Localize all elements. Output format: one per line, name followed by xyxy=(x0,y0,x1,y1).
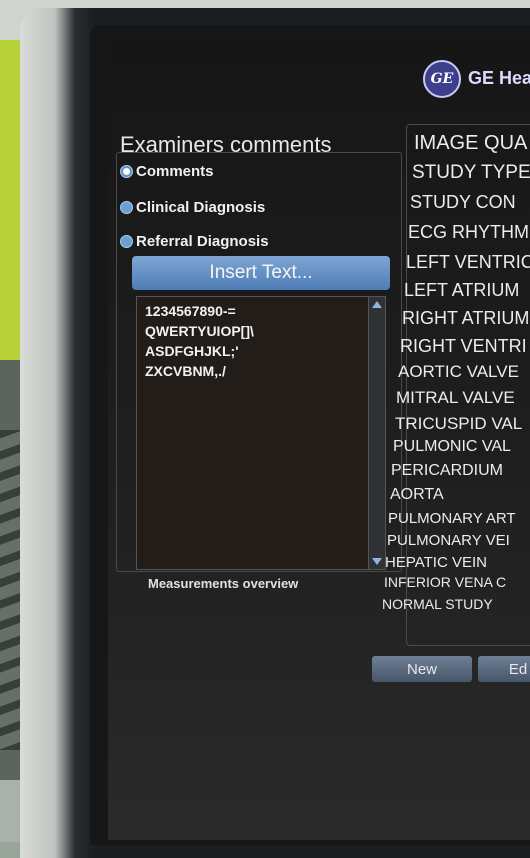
category-item[interactable]: AORTA xyxy=(390,486,444,504)
category-item[interactable]: PULMONARY VEI xyxy=(387,532,510,549)
radio-label-comments: Comments xyxy=(136,162,214,180)
radio-comments[interactable]: Comments xyxy=(120,160,214,182)
category-item[interactable]: PERICARDIUM xyxy=(391,462,503,480)
category-item[interactable]: IMAGE QUA xyxy=(414,132,527,155)
category-item[interactable]: PULMONIC VAL xyxy=(393,438,511,456)
new-button[interactable]: New xyxy=(372,656,472,682)
category-item[interactable]: ECG RHYTHM xyxy=(408,222,529,243)
category-item[interactable]: STUDY TYPE xyxy=(412,162,530,184)
text-line: ZXCVBNM,./ xyxy=(145,363,226,379)
scroll-down-arrow-icon[interactable] xyxy=(372,558,382,565)
examiners-title: Examiners comments xyxy=(120,132,332,157)
category-item[interactable]: NORMAL STUDY xyxy=(382,596,493,612)
category-item[interactable]: LEFT ATRIUM xyxy=(404,280,519,301)
category-item[interactable]: HEPATIC VEIN xyxy=(385,554,487,571)
scroll-up-arrow-icon[interactable] xyxy=(372,301,382,308)
radio-clinical-diagnosis[interactable]: Clinical Diagnosis xyxy=(120,196,265,218)
textbox-scrollbar[interactable] xyxy=(368,297,385,569)
measurements-overview-label: Measurements overview xyxy=(148,576,299,591)
radio-selected-icon[interactable] xyxy=(120,164,133,178)
radio-unselected-icon[interactable] xyxy=(120,234,133,248)
category-item[interactable]: PULMONARY ART xyxy=(388,510,516,527)
category-item[interactable]: STUDY CON xyxy=(410,192,516,213)
ultrasound-screen: GE GE Hea Examiners comments Comments Cl… xyxy=(108,40,530,840)
insert-text-button[interactable]: Insert Text... xyxy=(132,256,390,290)
category-item[interactable]: TRICUSPID VAL xyxy=(395,414,522,434)
brand-name: GE Hea xyxy=(468,68,530,88)
ge-logo-icon: GE xyxy=(423,60,461,98)
category-item[interactable]: AORTIC VALVE xyxy=(398,362,519,382)
category-item[interactable]: RIGHT VENTRI xyxy=(400,336,527,357)
text-line: ASDFGHJKL;' xyxy=(145,343,239,359)
radio-unselected-icon[interactable] xyxy=(120,200,133,214)
category-item[interactable]: MITRAL VALVE xyxy=(396,388,515,408)
text-line: QWERTYUIOP[]\ xyxy=(145,323,254,339)
comments-textbox[interactable]: 1234567890-= QWERTYUIOP[]\ ASDFGHJKL;' Z… xyxy=(136,296,386,570)
category-item[interactable]: LEFT VENTRIC xyxy=(406,252,530,273)
radio-referral-diagnosis[interactable]: Referral Diagnosis xyxy=(120,230,269,252)
edit-button[interactable]: Ed xyxy=(478,656,530,682)
category-item[interactable]: RIGHT ATRIUM xyxy=(402,308,529,329)
radio-label-clinical: Clinical Diagnosis xyxy=(136,198,266,216)
category-item[interactable]: INFERIOR VENA C xyxy=(384,574,506,590)
radio-label-referral: Referral Diagnosis xyxy=(136,232,269,250)
text-line: 1234567890-= xyxy=(145,303,236,319)
